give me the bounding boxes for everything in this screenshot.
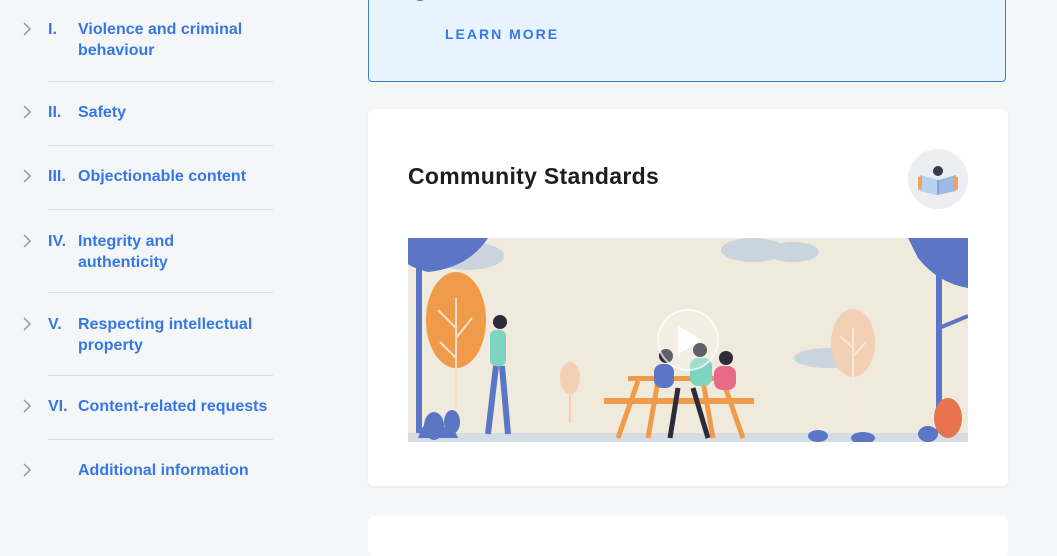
sidebar-item-label: Safety (78, 104, 127, 121)
community-standards-card: Community Standards (368, 109, 1008, 486)
chevron-right-icon (23, 22, 31, 36)
sidebar-item-violence[interactable]: I. Violence and criminal behaviour (0, 18, 300, 68)
sidebar-item-additional-information[interactable]: Additional information (0, 460, 300, 484)
sidebar-item-number: III. (48, 168, 66, 185)
chevron-right-icon (23, 463, 31, 477)
divider (48, 145, 273, 146)
learn-more-link[interactable]: LEARN MORE (445, 26, 559, 42)
sidebar-item-number: VI. (48, 398, 68, 415)
divider (48, 81, 273, 82)
divider (48, 292, 273, 293)
divider (48, 439, 273, 440)
sidebar-item-label: Integrity and authenticity (78, 233, 175, 271)
card-title: Community Standards (408, 163, 660, 189)
chevron-right-icon (23, 399, 31, 413)
info-icon (413, 0, 427, 1)
sidebar-item-number: IV. (48, 233, 67, 250)
sidebar-item-label: Additional information (78, 462, 249, 479)
sidebar-item-intellectual-property[interactable]: V. Respecting intellectual property (0, 313, 300, 363)
sidebar-item-safety[interactable]: II. Safety (0, 102, 300, 126)
sidebar-item-label: Violence and criminal behaviour (78, 21, 243, 59)
chevron-right-icon (23, 105, 31, 119)
sidebar-item-label: Objectionable content (78, 168, 247, 185)
community-standards-video[interactable] (408, 238, 968, 442)
chevron-right-icon (23, 169, 31, 183)
sidebar-item-objectionable-content[interactable]: III. Objectionable content (0, 166, 300, 190)
divider (48, 209, 273, 210)
chevron-right-icon (23, 317, 31, 331)
sidebar-item-number: V. (48, 316, 62, 333)
sidebar-nav: I. Violence and criminal behaviour II. S… (0, 0, 300, 529)
next-card (368, 516, 1008, 556)
divider (48, 375, 273, 376)
sidebar-item-content-requests[interactable]: VI. Content-related requests (0, 396, 300, 420)
sidebar-item-label: Respecting intellectual property (78, 316, 253, 354)
sidebar-item-label: Content-related requests (78, 398, 268, 415)
chevron-right-icon (23, 234, 31, 248)
sidebar-item-integrity[interactable]: IV. Integrity and authenticity (0, 230, 300, 280)
sidebar-item-number: I. (48, 21, 57, 38)
sidebar-item-number: II. (48, 104, 62, 121)
info-banner: LEARN MORE (368, 0, 1006, 82)
reading-person-icon (908, 149, 968, 209)
